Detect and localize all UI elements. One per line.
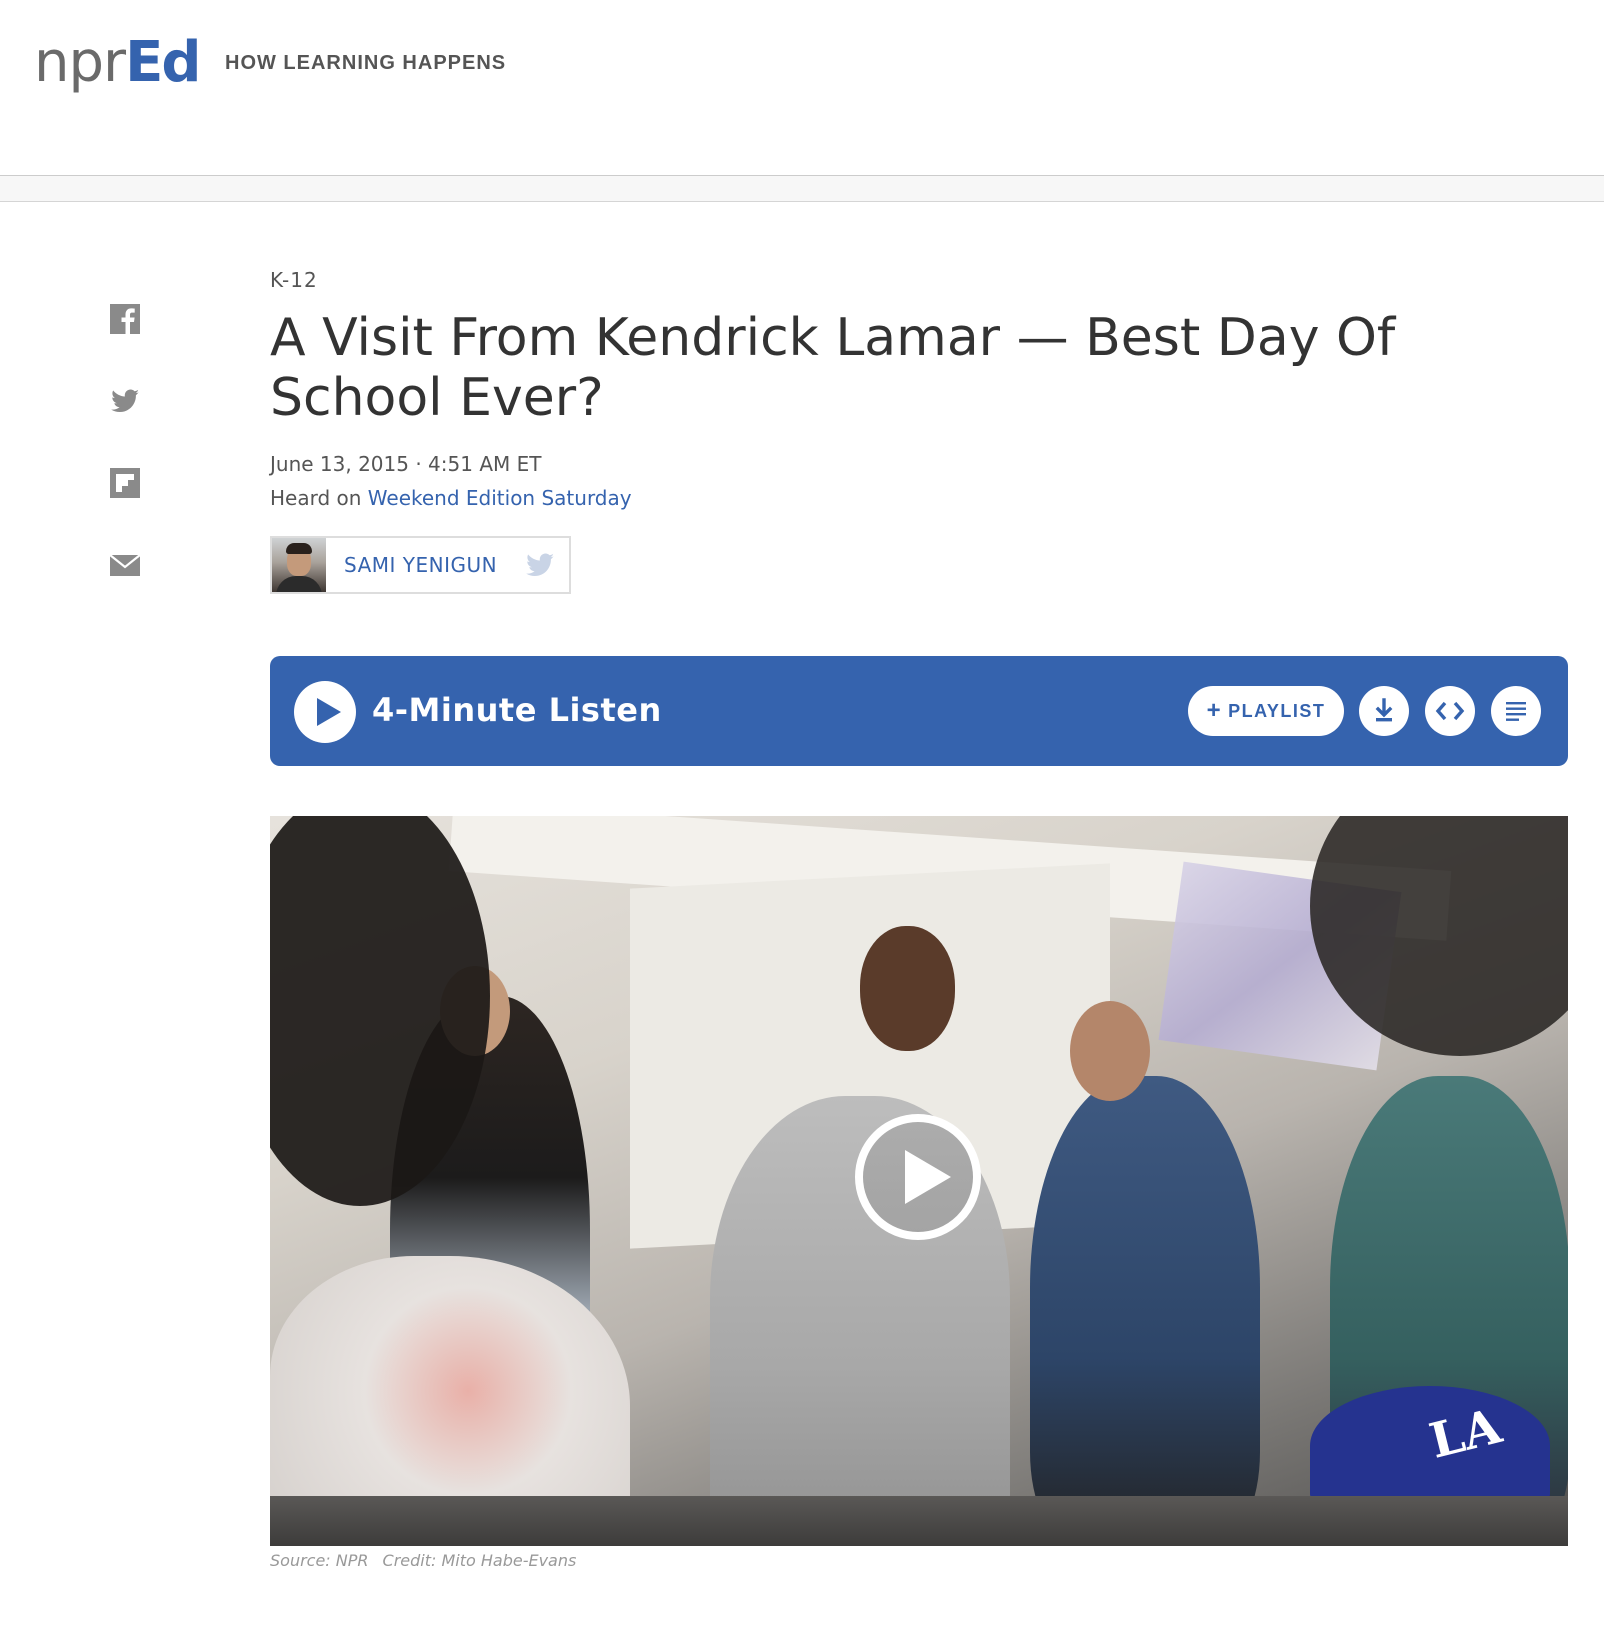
download-icon (1375, 698, 1393, 722)
heard-on: Heard on Weekend Edition Saturday (270, 486, 1568, 510)
photo-credit: Source: NPR Credit: Mito Habe-Evans (270, 1551, 576, 1570)
flipboard-icon (110, 468, 140, 498)
student-right (1030, 1076, 1260, 1546)
embed-icon (1435, 701, 1465, 721)
share-facebook-button[interactable] (108, 302, 142, 336)
plus-icon: + (1206, 697, 1223, 724)
audio-play-button[interactable] (294, 681, 356, 743)
heard-on-prefix: Heard on (270, 486, 368, 510)
transcript-icon (1506, 702, 1526, 721)
article-date: June 13, 2015 · 4:51 AM ET (270, 452, 542, 476)
play-icon (317, 698, 341, 726)
byline: SAMI YENIGUN (270, 536, 572, 594)
npr-ed-logo[interactable]: npr Ed (34, 30, 201, 95)
add-to-playlist-button[interactable]: + PLAYLIST (1188, 686, 1344, 736)
article: K-12 A Visit From Kendrick Lamar — Best … (270, 268, 1568, 597)
photo-credit-text: Credit: Mito Habe-Evans (382, 1551, 577, 1570)
dodgers-cap (1310, 1386, 1550, 1506)
download-button[interactable] (1359, 686, 1409, 736)
embed-button[interactable] (1425, 686, 1475, 736)
share-email-button[interactable] (108, 548, 142, 582)
twitter-icon (111, 389, 139, 412)
header-subbar (0, 176, 1604, 202)
author-avatar[interactable] (272, 538, 326, 592)
author-twitter-icon[interactable] (523, 548, 557, 582)
share-twitter-button[interactable] (108, 384, 142, 418)
audio-player-bar: 4-Minute Listen + PLAYLIST (270, 656, 1568, 766)
site-header: npr Ed HOW LEARNING HAPPENS (0, 0, 1604, 176)
email-icon (109, 554, 141, 576)
transcript-button[interactable] (1491, 686, 1541, 736)
listen-duration-label: 4-Minute Listen (372, 691, 662, 729)
site-tagline: HOW LEARNING HAPPENS (225, 52, 507, 74)
article-photo[interactable]: LA (270, 816, 1568, 1546)
playlist-label: PLAYLIST (1228, 700, 1326, 721)
facebook-icon (110, 304, 140, 334)
share-flipboard-button[interactable] (108, 466, 142, 500)
photo-source: Source: NPR (270, 1551, 369, 1570)
logo-npr-text: npr (34, 30, 126, 95)
share-rail (108, 302, 142, 630)
logo-ed-text: Ed (125, 30, 201, 95)
program-link[interactable]: Weekend Edition Saturday (368, 486, 632, 510)
article-headline: A Visit From Kendrick Lamar — Best Day O… (270, 308, 1396, 428)
video-play-icon (905, 1150, 951, 1204)
author-name-link[interactable]: SAMI YENIGUN (326, 553, 523, 577)
article-slug[interactable]: K-12 (270, 268, 1568, 292)
video-play-button[interactable] (855, 1114, 981, 1240)
